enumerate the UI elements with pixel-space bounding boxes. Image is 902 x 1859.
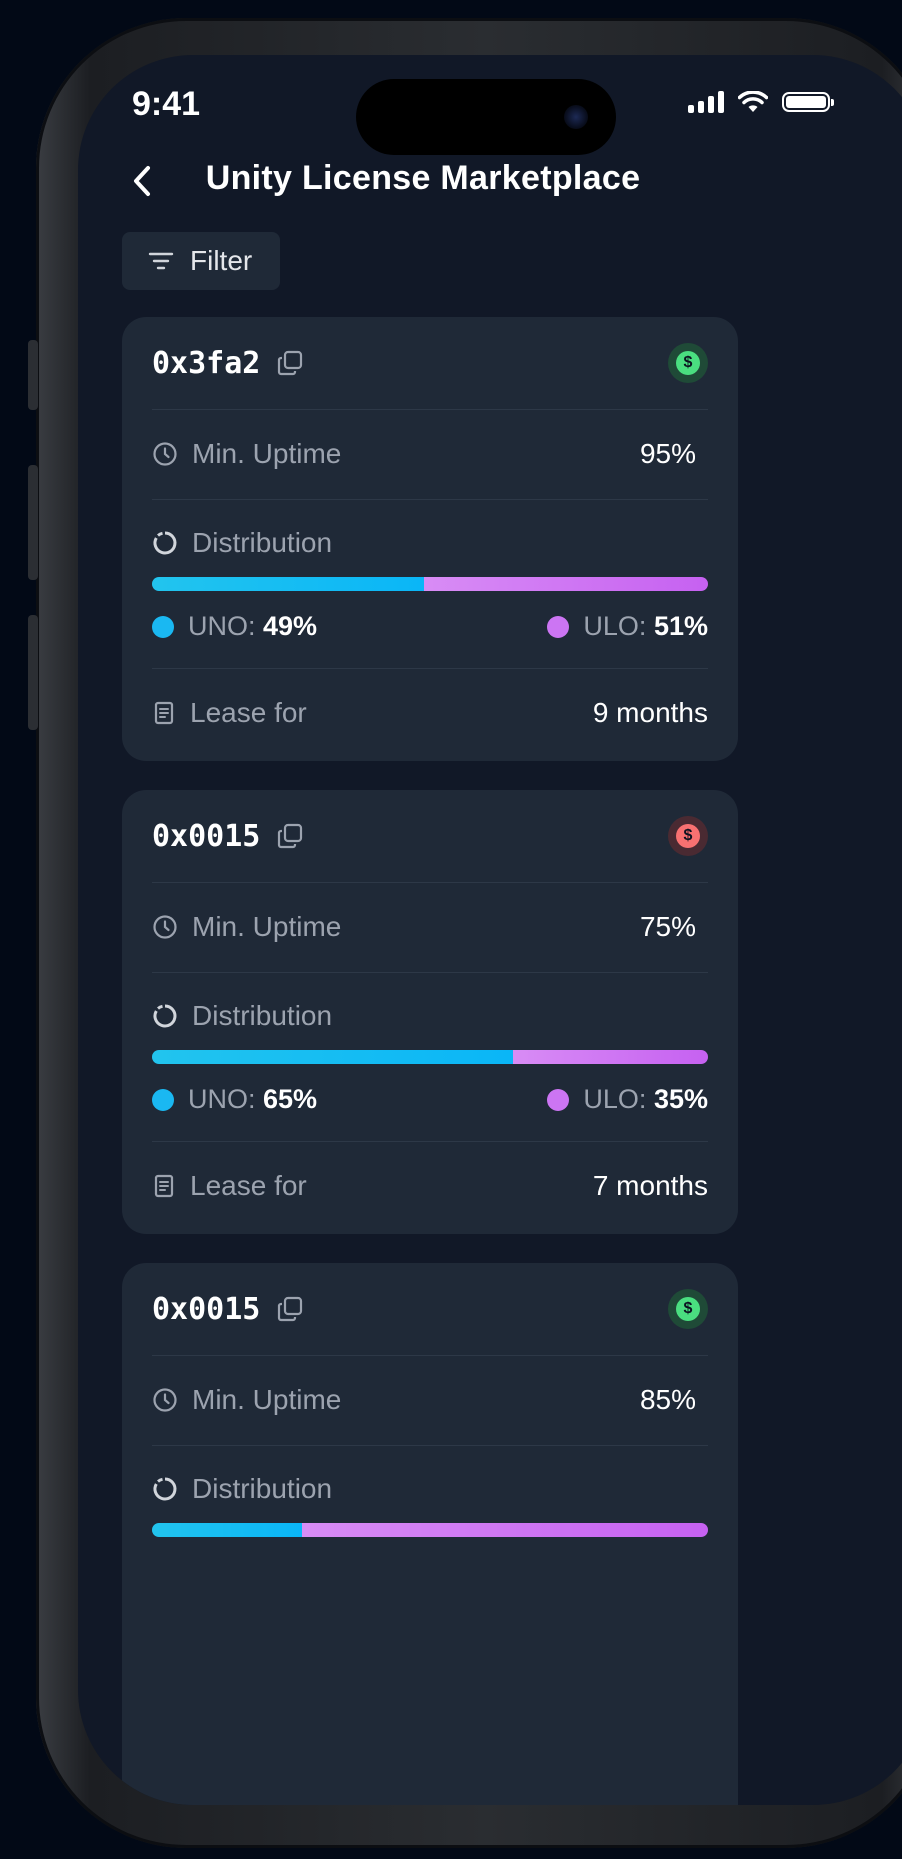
status-icons (688, 91, 834, 113)
lease-value: 9 months (592, 697, 708, 728)
distribution-bar (152, 577, 708, 591)
lease-value: 7 months (592, 1170, 708, 1201)
page-title: Unity License Marketplace (205, 159, 641, 197)
side-button-volume-up (28, 465, 38, 580)
license-id-text: 0x0015 (152, 818, 261, 854)
cellular-signal-icon (688, 91, 724, 113)
side-button-mute (28, 340, 38, 410)
distribution-label: Distribution (192, 527, 333, 558)
uno-label: UNO: (188, 611, 256, 641)
lease-label: Lease for (190, 697, 307, 728)
distribution-bar (152, 1523, 708, 1537)
filter-label: Filter (190, 245, 253, 276)
license-id: 0x0015 (152, 819, 304, 854)
distribution-label: Distribution (192, 1473, 333, 1504)
license-card[interactable]: 0x0015 $ Min. Uptime 75% Distribution UN… (122, 790, 738, 1234)
ulo-share-bar (513, 1050, 708, 1064)
license-id: 0x3fa2 (152, 346, 304, 381)
wifi-icon (738, 91, 768, 112)
ulo-legend-dot (547, 1088, 570, 1111)
license-card[interactable]: 0x0015 $ Min. Uptime 85% Distribution (122, 1263, 738, 1805)
min-uptime-label: Min. Uptime (192, 911, 342, 942)
status-time: 9:41 (132, 85, 201, 123)
price-status-icon: $ (668, 816, 708, 856)
distribution-bar (152, 1050, 708, 1064)
uno-share-bar (152, 1050, 514, 1064)
ulo-legend-dot (547, 615, 570, 638)
copy-icon[interactable] (276, 1295, 304, 1323)
uno-percent: 49% (263, 611, 318, 641)
uno-percent: 65% (263, 1084, 318, 1114)
price-status-icon: $ (668, 343, 708, 383)
side-button-volume-down (28, 615, 38, 730)
uno-legend-dot (152, 1088, 174, 1111)
distribution-icon (153, 531, 177, 555)
lease-label: Lease for (190, 1170, 307, 1201)
min-uptime-value: 85% (639, 1384, 696, 1415)
distribution-icon (153, 1477, 177, 1501)
ulo-percent: 51% (653, 611, 708, 641)
min-uptime-value: 95% (639, 438, 696, 469)
license-id-text: 0x0015 (152, 1291, 261, 1327)
clock-icon (153, 442, 177, 466)
filter-icon (148, 252, 174, 270)
uno-legend-dot (152, 615, 174, 638)
camera-icon (564, 105, 588, 129)
min-uptime-value: 75% (639, 911, 696, 942)
min-uptime-label: Min. Uptime (192, 1384, 342, 1415)
distribution-label: Distribution (192, 1000, 333, 1031)
ulo-share-bar (424, 577, 708, 591)
price-status-icon: $ (668, 1289, 708, 1329)
ulo-percent: 35% (653, 1084, 708, 1114)
min-uptime-label: Min. Uptime (192, 438, 342, 469)
dynamic-island (356, 79, 616, 155)
ulo-label: ULO: (583, 1084, 647, 1114)
uno-label: UNO: (188, 1084, 256, 1114)
filter-button[interactable]: Filter (122, 232, 280, 290)
copy-icon[interactable] (276, 822, 304, 850)
ulo-share-bar (302, 1523, 708, 1537)
license-id: 0x0015 (152, 1292, 304, 1327)
copy-icon[interactable] (276, 349, 304, 377)
license-card[interactable]: 0x3fa2 $ Min. Uptime 95% Distribution UN… (122, 317, 738, 761)
clock-icon (153, 915, 177, 939)
uno-share-bar (152, 1523, 303, 1537)
license-id-text: 0x3fa2 (152, 345, 261, 381)
uno-share-bar (152, 577, 425, 591)
distribution-icon (153, 1004, 177, 1028)
screen: 9:41 Unity License Marketplace Filter 0x… (78, 55, 902, 1805)
ulo-label: ULO: (583, 611, 647, 641)
document-icon (154, 1174, 174, 1198)
battery-icon (782, 92, 834, 112)
document-icon (154, 701, 174, 725)
clock-icon (153, 1388, 177, 1412)
